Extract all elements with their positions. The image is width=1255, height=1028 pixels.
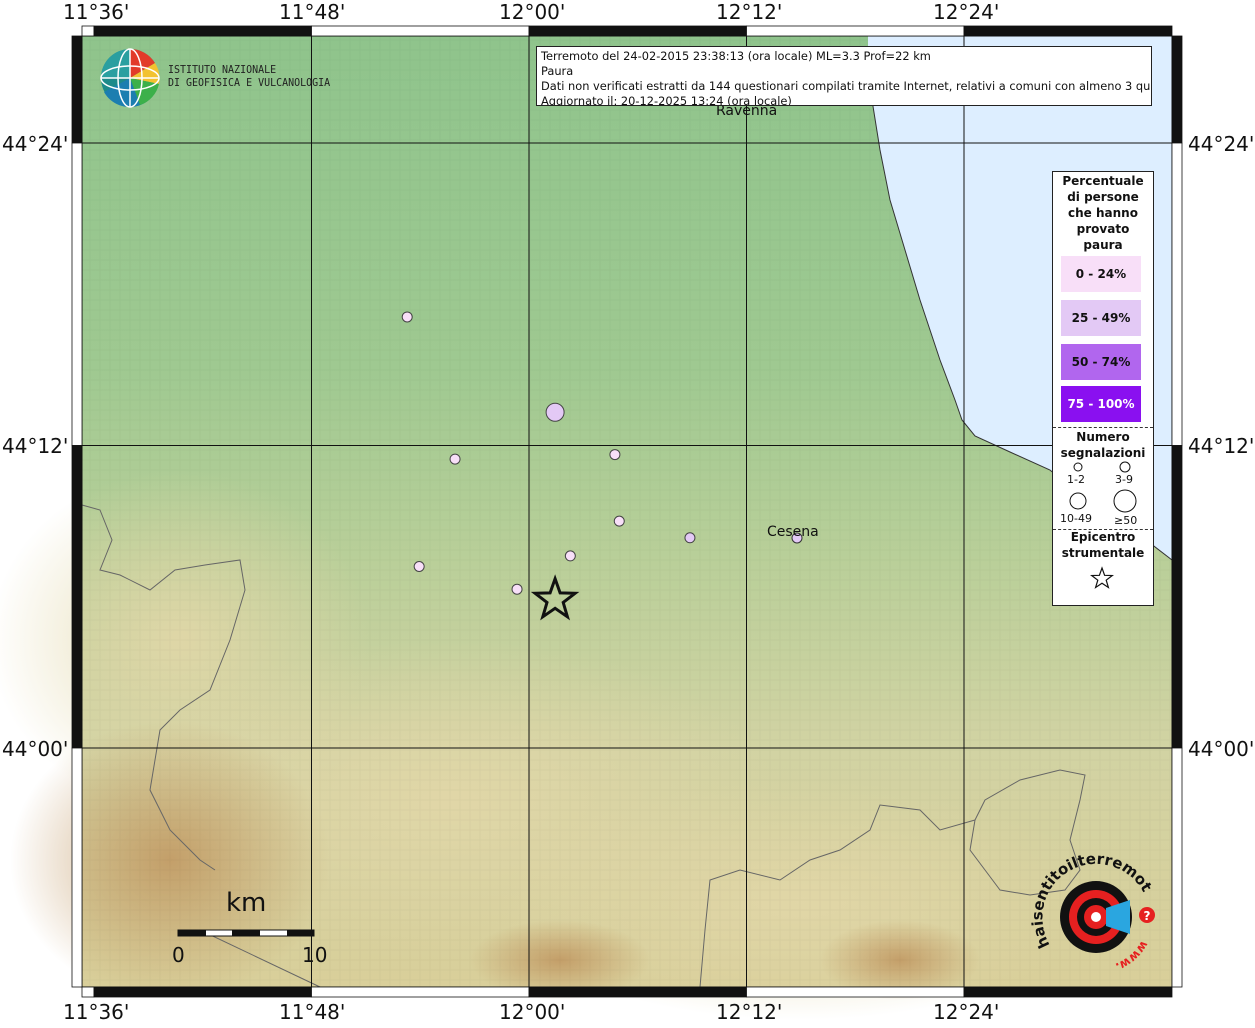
- frame-bar-bottom: [93, 986, 312, 998]
- legend: Percentuale di persone che hanno provato…: [1052, 171, 1154, 606]
- event-info-box: Terremoto del 24-02-2015 23:38:13 (ora l…: [536, 46, 1152, 106]
- frame-bar-bottom: [746, 986, 965, 998]
- map-stage: ? haisentitoilterremoto.it www. 11°36' 1…: [0, 0, 1255, 1024]
- legend-epicenter-line: strumentale: [1061, 546, 1145, 560]
- legend-separator: [1053, 427, 1153, 428]
- legend-class-0: 0 - 24%: [1061, 256, 1141, 292]
- city-label-cesena: Cesena: [767, 524, 819, 540]
- macroseismic-point[interactable]: [511, 583, 523, 595]
- frame-bar-right: [1171, 35, 1183, 144]
- legend-count-title: Numero segnalazioni: [1053, 429, 1153, 461]
- macroseismic-point[interactable]: [413, 561, 425, 572]
- event-info-line-4: Aggiornato il: 20-12-2025 13:24 (ora loc…: [541, 94, 792, 106]
- lon-label-top-3: 12°12': [716, 0, 783, 24]
- legend-title-line: che hanno: [1068, 206, 1138, 220]
- institute-line-1: ISTITUTO NAZIONALE: [168, 64, 277, 76]
- institute-name: ISTITUTO NAZIONALE DI GEOFISICA E VULCAN…: [168, 64, 330, 90]
- lon-label-bottom-1: 11°48': [279, 1000, 346, 1024]
- frame-bar-bottom: [81, 986, 95, 998]
- macroseismic-point[interactable]: [545, 402, 565, 422]
- frame-bar-top: [528, 25, 747, 37]
- event-info-line-1: Terremoto del 24-02-2015 23:38:13 (ora l…: [541, 49, 931, 63]
- frame-bar-left: [71, 142, 83, 446]
- scale-bar-end: 10: [302, 943, 328, 967]
- frame-bar-top: [311, 25, 530, 37]
- legend-title-line: Percentuale: [1062, 174, 1144, 188]
- macroseismic-point[interactable]: [609, 449, 621, 461]
- legend-class-3: 75 - 100%: [1061, 386, 1141, 422]
- event-info-line-2: Paura: [541, 64, 574, 78]
- legend-count-1-2: 1-2: [1067, 473, 1085, 486]
- frame-bar-top: [93, 25, 312, 37]
- legend-count-50: ≥50: [1114, 514, 1138, 527]
- macroseismic-point[interactable]: [564, 550, 576, 562]
- frame-bar-right: [1171, 747, 1183, 988]
- frame-bar-right: [1171, 142, 1183, 446]
- lat-label-right-0: 44°24': [1188, 132, 1255, 156]
- legend-count-title-line: Numero: [1076, 430, 1130, 444]
- event-info-line-3: Dati non verificati estratti da 144 ques…: [541, 79, 1152, 93]
- legend-count-10-49: 10-49: [1060, 512, 1092, 525]
- scale-bar-start: 0: [172, 943, 185, 967]
- frame-bar-top: [81, 25, 95, 37]
- macroseismic-point[interactable]: [449, 453, 461, 465]
- frame-bar-left: [71, 747, 83, 988]
- frame-bar-left: [71, 445, 83, 749]
- lon-label-top-1: 11°48': [279, 0, 346, 24]
- legend-epicenter-line: Epicentro: [1070, 530, 1136, 544]
- frame-bar-bottom: [311, 986, 530, 998]
- macroseismic-point[interactable]: [684, 532, 696, 544]
- legend-count-3-9: 3-9: [1115, 473, 1133, 486]
- legend-title: Percentuale di persone che hanno provato…: [1053, 173, 1153, 253]
- lon-label-bottom-0: 11°36': [63, 1000, 130, 1024]
- lon-label-top-0: 11°36': [63, 0, 130, 24]
- lon-label-bottom-3: 12°12': [716, 1000, 783, 1024]
- frame-bar-bottom: [963, 986, 1173, 998]
- svg-text:?: ?: [1144, 909, 1151, 923]
- scale-bar: [177, 929, 315, 937]
- lat-label-left-0: 44°24': [2, 132, 69, 156]
- frame-bar-left: [71, 35, 83, 144]
- lat-label-left-1: 44°12': [2, 434, 69, 458]
- frame-bar-top: [746, 25, 965, 37]
- legend-title-line: di persone: [1067, 190, 1139, 204]
- macroseismic-point[interactable]: [401, 311, 413, 323]
- lon-label-bottom-4: 12°24': [933, 1000, 1000, 1024]
- legend-class-2: 50 - 74%: [1061, 344, 1141, 380]
- legend-star-icon: [1090, 566, 1114, 589]
- lon-label-top-2: 12°00': [499, 0, 566, 24]
- frame-bar-top: [963, 25, 1173, 37]
- institute-line-2: DI GEOFISICA E VULCANOLOGIA: [168, 77, 331, 89]
- lat-label-left-2: 44°00': [2, 737, 69, 761]
- lat-label-right-1: 44°12': [1188, 434, 1255, 458]
- legend-class-1: 25 - 49%: [1061, 300, 1141, 336]
- scale-bar-unit: km: [226, 888, 267, 918]
- macroseismic-point[interactable]: [613, 515, 625, 527]
- legend-epicenter-title: Epicentro strumentale: [1053, 529, 1153, 561]
- lat-label-right-2: 44°00': [1188, 737, 1255, 761]
- legend-title-line: provato: [1076, 222, 1130, 236]
- frame-bar-bottom: [528, 986, 747, 998]
- lon-label-bottom-2: 12°00': [499, 1000, 566, 1024]
- legend-title-line: paura: [1083, 238, 1123, 252]
- lon-label-top-4: 12°24': [933, 0, 1000, 24]
- frame-bar-right: [1171, 445, 1183, 749]
- ingv-logo-icon: [100, 48, 160, 108]
